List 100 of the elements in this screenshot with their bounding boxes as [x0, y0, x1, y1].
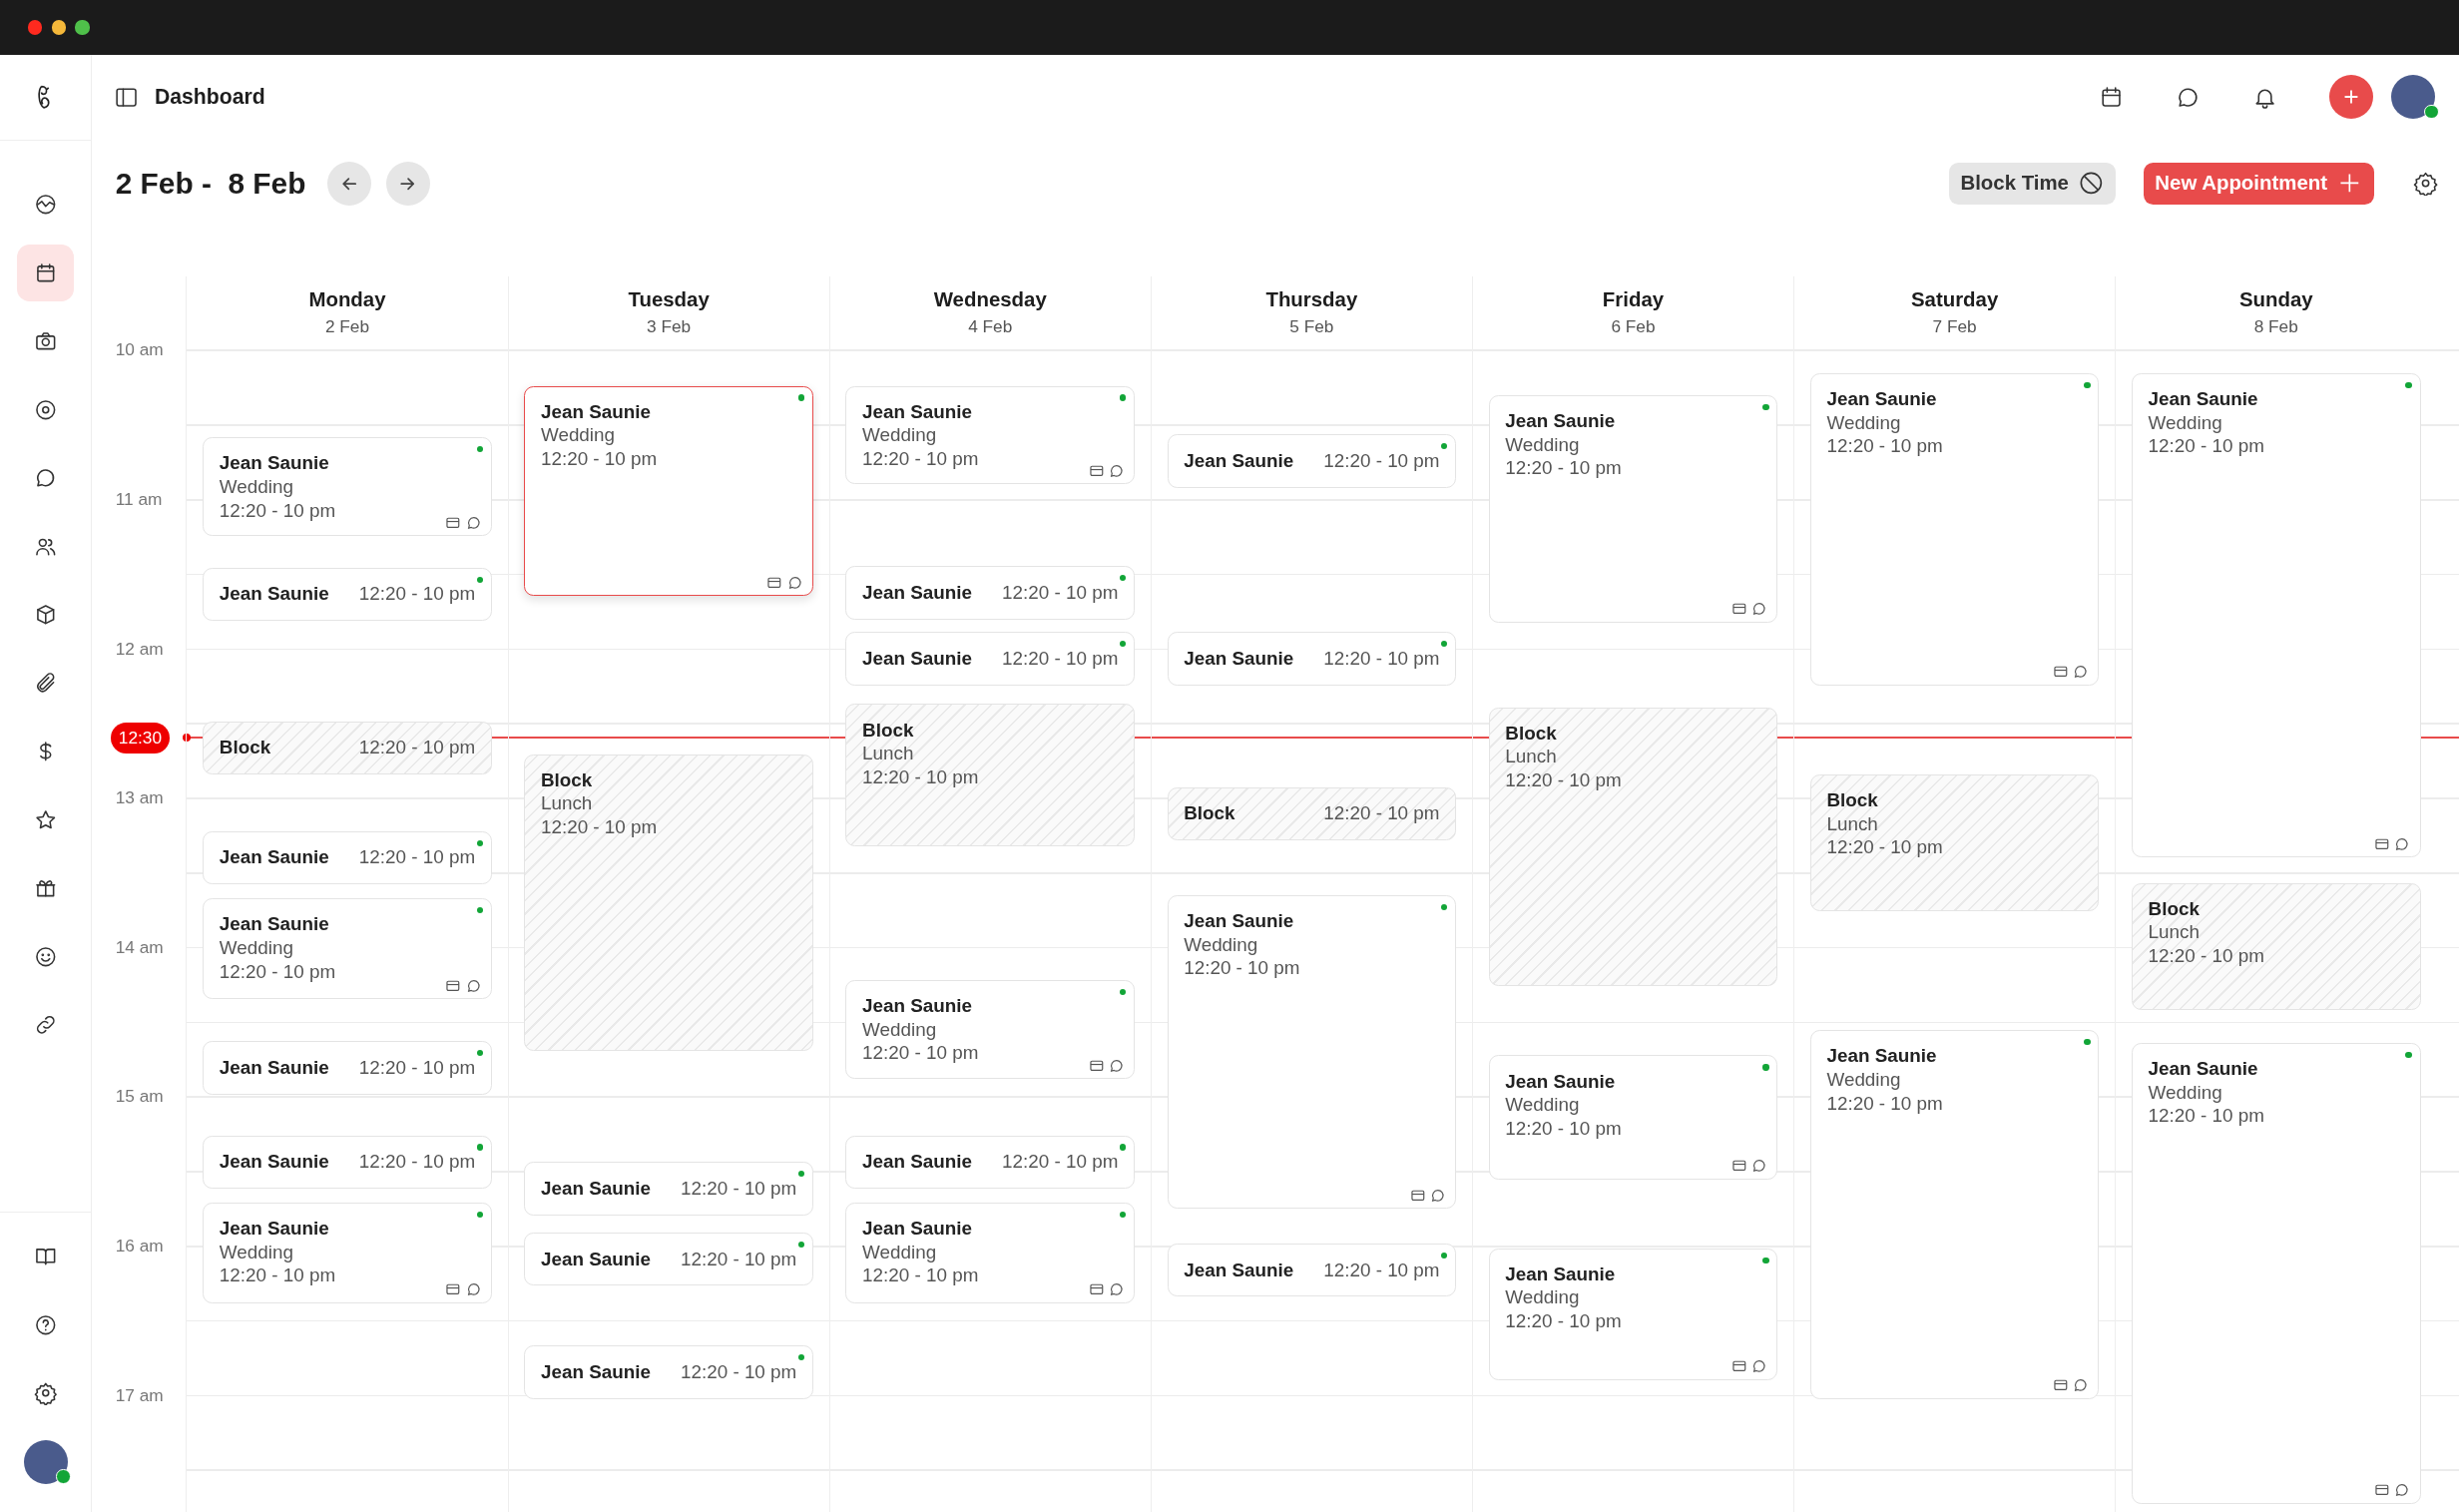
event-time: 12:20 - 10 pm [358, 1151, 476, 1174]
appointment-card[interactable]: Jean Saunie 12:20 - 10 pm [524, 1233, 813, 1286]
appointment-card[interactable]: Jean Saunie 12:20 - 10 pm [524, 1162, 813, 1216]
appointment-card[interactable]: Jean Saunie 12:20 - 10 pm [203, 567, 492, 622]
event-detail: Lunch [862, 743, 914, 765]
maximize-window-button[interactable] [75, 20, 90, 35]
settings-icon[interactable] [2413, 171, 2439, 197]
minimize-window-button[interactable] [51, 20, 66, 35]
status-dot [1441, 443, 1448, 450]
day-name: Tuesday [628, 288, 710, 312]
event-time: 12:20 - 10 pm [1002, 581, 1119, 604]
day-date: 6 Feb [1611, 315, 1656, 337]
chat-icon [2394, 836, 2411, 852]
appointment-card[interactable]: Jean Saunie 12:20 - 10 pm [203, 1041, 492, 1095]
settings-icon [33, 1381, 58, 1405]
event-time: 12:20 - 10 pm [358, 846, 476, 869]
chat-icon [2394, 1482, 2411, 1499]
status-dot [1441, 904, 1448, 911]
appointment-card[interactable]: Jean Saunie Wedding 12:20 - 10 pm [1809, 372, 2100, 686]
day-date: 3 Feb [647, 315, 692, 337]
hour-label: 10 am [115, 338, 164, 360]
day-name: Sunday [2238, 288, 2313, 312]
status-dot [1762, 403, 1769, 411]
event-title: Jean Saunie [540, 1248, 651, 1270]
appointment-card[interactable]: Jean Saunie Wedding 12:20 - 10 pm [203, 437, 492, 537]
status-dot [797, 1354, 805, 1361]
event-title: Jean Saunie [1826, 1045, 1937, 1068]
status-dot [2084, 381, 2091, 389]
card-icon [445, 977, 461, 994]
status-dot [2405, 381, 2412, 389]
close-window-button[interactable] [28, 20, 43, 35]
blocked-time-card[interactable]: Block 12:20 - 10 pm [1167, 786, 1457, 841]
status-dot [476, 1144, 483, 1151]
date-range: 2 Feb - 8 Feb [115, 166, 306, 201]
event-detail: Lunch [1826, 812, 1878, 835]
card-icon [1730, 1158, 1747, 1174]
appointment-card[interactable]: Jean Saunie Wedding 12:20 - 10 pm [1167, 895, 1457, 1210]
chat-icon [1751, 601, 1767, 618]
appointment-card[interactable]: Jean Saunie Wedding 12:20 - 10 pm [845, 1203, 1136, 1303]
event-title: Jean Saunie [1505, 410, 1616, 433]
event-time: 12:20 - 10 pm [862, 765, 979, 788]
event-time: 12:20 - 10 pm [1826, 435, 1943, 458]
event-time: 12:20 - 10 pm [540, 447, 658, 470]
event-title: Jean Saunie [2148, 388, 2258, 411]
appointment-card[interactable]: Jean Saunie Wedding 12:20 - 10 pm [1488, 1055, 1778, 1180]
event-time: 12:20 - 10 pm [1505, 768, 1622, 791]
card-icon [1409, 1188, 1426, 1204]
event-detail: Wedding [219, 1241, 293, 1263]
appointment-card[interactable]: Jean Saunie 12:20 - 10 pm [845, 566, 1136, 620]
card-icon [1088, 463, 1105, 479]
appointment-card[interactable]: Jean Saunie 12:20 - 10 pm [203, 830, 492, 885]
day-name: Thursday [1265, 288, 1358, 312]
event-detail: Lunch [2148, 921, 2200, 944]
hour-label: 11 am [115, 488, 163, 510]
appointment-card[interactable]: Jean Saunie Wedding 12:20 - 10 pm [1488, 1248, 1778, 1380]
appointment-card[interactable]: Jean Saunie Wedding 12:20 - 10 pm [2131, 1042, 2421, 1504]
blocked-time-card[interactable]: Block Lunch 12:20 - 10 pm [1488, 707, 1778, 987]
appointment-card[interactable]: Jean Saunie Wedding 12:20 - 10 pm [1809, 1030, 2100, 1399]
appointment-card[interactable]: Jean Saunie 12:20 - 10 pm [1167, 434, 1457, 488]
appointment-card[interactable]: Jean Saunie Wedding 12:20 - 10 pm [845, 980, 1136, 1080]
block-time-button[interactable]: Block Time [1949, 162, 2117, 206]
status-dot [1119, 641, 1127, 648]
blocked-time-card[interactable]: Block 12:20 - 10 pm [203, 721, 492, 775]
sidebar-item[interactable] [17, 245, 74, 302]
status-dot [476, 576, 483, 583]
event-time: 12:20 - 10 pm [862, 1264, 979, 1287]
event-title: Jean Saunie [1184, 647, 1294, 670]
appointment-card[interactable]: Jean Saunie 12:20 - 10 pm [524, 1345, 813, 1399]
event-detail: Wedding [2148, 411, 2222, 434]
new-appointment-button[interactable]: New Appointment [2144, 162, 2375, 206]
event-time: 12:20 - 10 pm [358, 1057, 476, 1080]
event-time: 12:20 - 10 pm [1505, 457, 1622, 480]
event-title: Jean Saunie [1184, 910, 1294, 933]
appointment-card[interactable]: Jean Saunie Wedding 12:20 - 10 pm [2131, 372, 2421, 858]
appointment-card[interactable]: Jean Saunie Wedding 12:20 - 10 pm [845, 385, 1136, 485]
event-detail: Wedding [1505, 1286, 1580, 1309]
appointment-card[interactable]: Jean Saunie Wedding 12:20 - 10 pm [1488, 394, 1778, 623]
appointment-card[interactable]: Jean Saunie 12:20 - 10 pm [845, 1135, 1136, 1190]
appointment-card[interactable]: Jean Saunie 12:20 - 10 pm [1167, 632, 1457, 686]
appointment-card[interactable]: Jean Saunie 12:20 - 10 pm [845, 632, 1136, 686]
day-date: 2 Feb [324, 315, 370, 337]
appointment-card[interactable]: Jean Saunie Wedding 12:20 - 10 pm [203, 898, 492, 999]
appointment-card[interactable]: Jean Saunie 12:20 - 10 pm [203, 1135, 492, 1190]
appointment-card[interactable]: Jean Saunie Wedding 12:20 - 10 pm [203, 1203, 492, 1303]
blocked-time-card[interactable]: Block Lunch 12:20 - 10 pm [524, 754, 813, 1051]
event-detail: Lunch [540, 792, 593, 815]
event-time: 12:20 - 10 pm [1826, 836, 1943, 859]
day-name: Wednesday [933, 288, 1047, 312]
chat-icon [1751, 1358, 1767, 1375]
status-dot [1119, 394, 1127, 401]
user-avatar[interactable] [2391, 75, 2436, 120]
hour-label: 15 am [115, 1085, 164, 1107]
blocked-time-card[interactable]: Block Lunch 12:20 - 10 pm [845, 704, 1136, 847]
blocked-time-card[interactable]: Block Lunch 12:20 - 10 pm [1809, 774, 2100, 911]
online-status-dot [56, 1469, 71, 1484]
event-title: Block [540, 768, 593, 791]
appointment-card[interactable]: Jean Saunie Wedding 12:20 - 10 pm [524, 385, 813, 597]
event-time: 12:20 - 10 pm [862, 447, 979, 470]
appointment-card[interactable]: Jean Saunie 12:20 - 10 pm [1167, 1244, 1457, 1297]
blocked-time-card[interactable]: Block Lunch 12:20 - 10 pm [2131, 882, 2421, 1010]
